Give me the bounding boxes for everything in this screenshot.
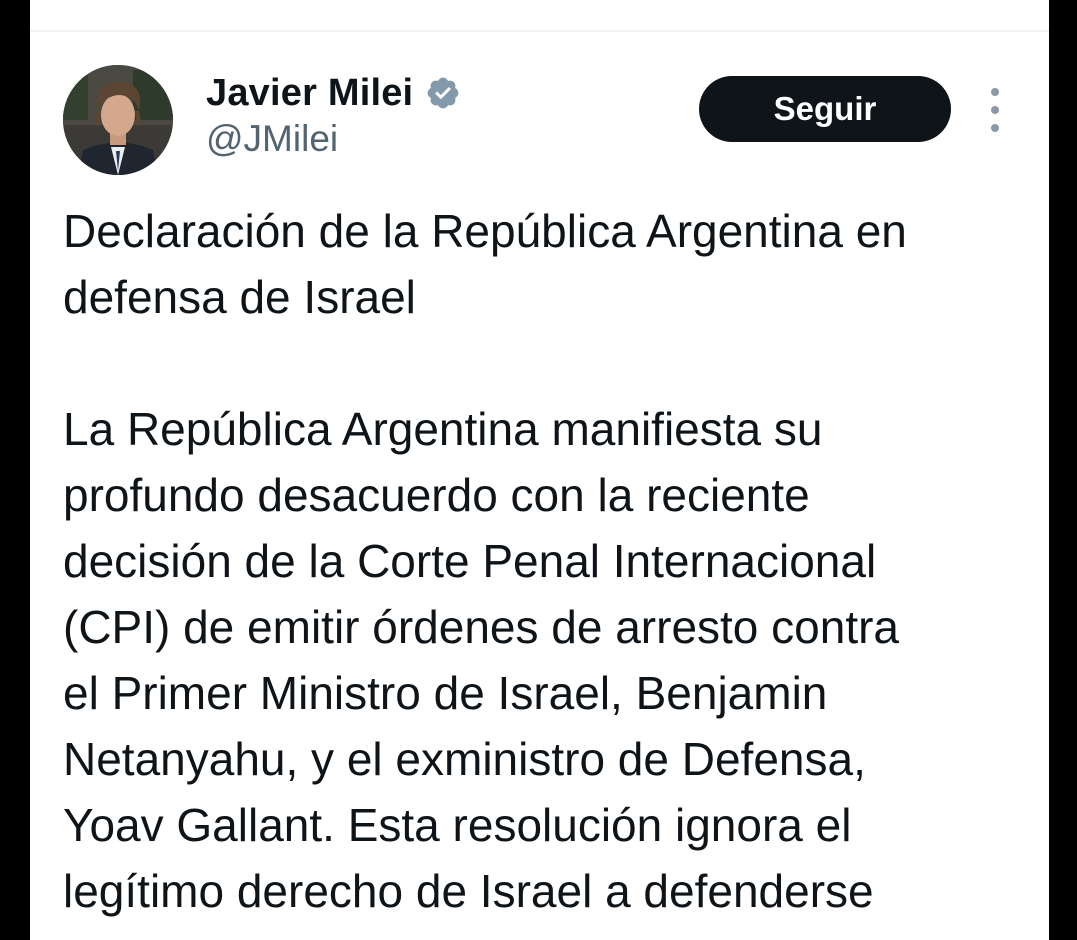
divider: [30, 30, 1049, 32]
tweet-body-line: (CPI) de emitir órdenes de arresto contr…: [63, 601, 900, 653]
tweet-title-line: Declaración de la República Argentina en: [63, 205, 907, 257]
tweet-body-line: La República Argentina manifiesta su: [63, 403, 823, 455]
avatar-photo: [63, 65, 173, 175]
follow-button[interactable]: Seguir: [699, 76, 951, 142]
screen: Javier Milei @JMilei Seguir Declaración …: [0, 0, 1077, 940]
display-name[interactable]: Javier Milei: [206, 72, 413, 115]
tweet-body-line: el Primer Ministro de Israel, Benjamin: [63, 667, 828, 719]
tweet-body-line: decisión de la Corte Penal Internacional: [63, 535, 877, 587]
author-handle[interactable]: @JMilei: [206, 118, 338, 160]
more-dot: [991, 124, 999, 132]
tweet-body-line: Netanyahu, y el exministro de Defensa,: [63, 733, 866, 785]
tweet-body-line: profundo desacuerdo con la reciente: [63, 469, 810, 521]
tweet-card[interactable]: Javier Milei @JMilei Seguir Declaración …: [30, 0, 1049, 940]
verified-badge-icon: [427, 77, 459, 109]
tweet-text: Declaración de la República Argentina en…: [63, 198, 1033, 924]
more-vertical-icon[interactable]: [980, 88, 1010, 132]
more-dot: [991, 88, 999, 96]
tweet-body-line: legítimo derecho de Israel a defenderse: [63, 865, 874, 917]
avatar[interactable]: [63, 65, 173, 175]
tweet-title-line: defensa de Israel: [63, 271, 416, 323]
more-dot: [991, 106, 999, 114]
author-name-row[interactable]: Javier Milei: [206, 70, 461, 116]
tweet-body-line: Yoav Gallant. Esta resolución ignora el: [63, 799, 852, 851]
